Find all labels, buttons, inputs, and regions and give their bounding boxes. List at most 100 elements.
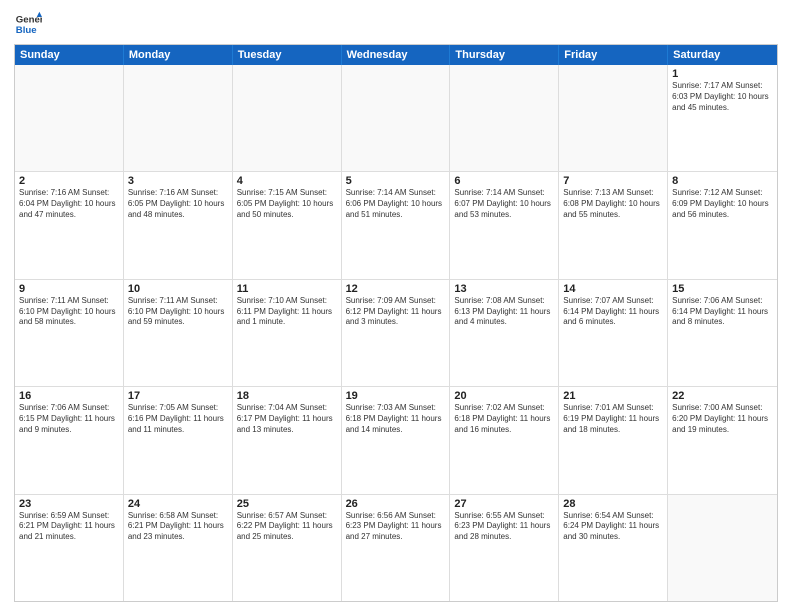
day-number: 20 [454, 390, 554, 402]
svg-text:Blue: Blue [16, 25, 37, 36]
calendar-day-cell: 21Sunrise: 7:01 AM Sunset: 6:19 PM Dayli… [559, 387, 668, 493]
day-number: 26 [346, 498, 446, 510]
calendar-day-cell: 16Sunrise: 7:06 AM Sunset: 6:15 PM Dayli… [15, 387, 124, 493]
day-detail: Sunrise: 7:07 AM Sunset: 6:14 PM Dayligh… [563, 296, 663, 328]
calendar-day-cell: 1Sunrise: 7:17 AM Sunset: 6:03 PM Daylig… [668, 65, 777, 171]
calendar-empty-cell [450, 65, 559, 171]
day-detail: Sunrise: 6:58 AM Sunset: 6:21 PM Dayligh… [128, 511, 228, 543]
calendar-day-cell: 24Sunrise: 6:58 AM Sunset: 6:21 PM Dayli… [124, 495, 233, 601]
calendar-day-cell: 14Sunrise: 7:07 AM Sunset: 6:14 PM Dayli… [559, 280, 668, 386]
calendar-empty-cell [342, 65, 451, 171]
day-detail: Sunrise: 7:11 AM Sunset: 6:10 PM Dayligh… [128, 296, 228, 328]
day-number: 6 [454, 175, 554, 187]
calendar-day-cell: 11Sunrise: 7:10 AM Sunset: 6:11 PM Dayli… [233, 280, 342, 386]
calendar-day-cell: 15Sunrise: 7:06 AM Sunset: 6:14 PM Dayli… [668, 280, 777, 386]
day-detail: Sunrise: 6:55 AM Sunset: 6:23 PM Dayligh… [454, 511, 554, 543]
calendar-empty-cell [124, 65, 233, 171]
calendar-day-cell: 8Sunrise: 7:12 AM Sunset: 6:09 PM Daylig… [668, 172, 777, 278]
calendar-day-cell: 19Sunrise: 7:03 AM Sunset: 6:18 PM Dayli… [342, 387, 451, 493]
calendar-empty-cell [233, 65, 342, 171]
day-number: 12 [346, 283, 446, 295]
weekday-header: Sunday [15, 45, 124, 65]
day-detail: Sunrise: 7:14 AM Sunset: 6:07 PM Dayligh… [454, 188, 554, 220]
day-number: 19 [346, 390, 446, 402]
calendar-day-cell: 27Sunrise: 6:55 AM Sunset: 6:23 PM Dayli… [450, 495, 559, 601]
calendar-day-cell: 2Sunrise: 7:16 AM Sunset: 6:04 PM Daylig… [15, 172, 124, 278]
day-detail: Sunrise: 7:10 AM Sunset: 6:11 PM Dayligh… [237, 296, 337, 328]
day-number: 1 [672, 68, 773, 80]
day-detail: Sunrise: 7:09 AM Sunset: 6:12 PM Dayligh… [346, 296, 446, 328]
day-detail: Sunrise: 6:57 AM Sunset: 6:22 PM Dayligh… [237, 511, 337, 543]
weekday-header: Friday [559, 45, 668, 65]
day-number: 24 [128, 498, 228, 510]
calendar-day-cell: 13Sunrise: 7:08 AM Sunset: 6:13 PM Dayli… [450, 280, 559, 386]
day-detail: Sunrise: 7:02 AM Sunset: 6:18 PM Dayligh… [454, 403, 554, 435]
calendar-week-row: 1Sunrise: 7:17 AM Sunset: 6:03 PM Daylig… [15, 65, 777, 172]
calendar-day-cell: 22Sunrise: 7:00 AM Sunset: 6:20 PM Dayli… [668, 387, 777, 493]
calendar-day-cell: 25Sunrise: 6:57 AM Sunset: 6:22 PM Dayli… [233, 495, 342, 601]
day-number: 18 [237, 390, 337, 402]
calendar-day-cell: 4Sunrise: 7:15 AM Sunset: 6:05 PM Daylig… [233, 172, 342, 278]
day-number: 28 [563, 498, 663, 510]
day-detail: Sunrise: 7:17 AM Sunset: 6:03 PM Dayligh… [672, 81, 773, 113]
calendar-day-cell: 18Sunrise: 7:04 AM Sunset: 6:17 PM Dayli… [233, 387, 342, 493]
calendar-body: 1Sunrise: 7:17 AM Sunset: 6:03 PM Daylig… [15, 65, 777, 601]
day-detail: Sunrise: 7:05 AM Sunset: 6:16 PM Dayligh… [128, 403, 228, 435]
calendar-week-row: 23Sunrise: 6:59 AM Sunset: 6:21 PM Dayli… [15, 495, 777, 601]
day-number: 9 [19, 283, 119, 295]
calendar-day-cell: 26Sunrise: 6:56 AM Sunset: 6:23 PM Dayli… [342, 495, 451, 601]
day-detail: Sunrise: 6:56 AM Sunset: 6:23 PM Dayligh… [346, 511, 446, 543]
day-detail: Sunrise: 7:03 AM Sunset: 6:18 PM Dayligh… [346, 403, 446, 435]
day-number: 11 [237, 283, 337, 295]
day-detail: Sunrise: 7:15 AM Sunset: 6:05 PM Dayligh… [237, 188, 337, 220]
day-number: 15 [672, 283, 773, 295]
calendar-day-cell: 10Sunrise: 7:11 AM Sunset: 6:10 PM Dayli… [124, 280, 233, 386]
day-number: 25 [237, 498, 337, 510]
weekday-header: Tuesday [233, 45, 342, 65]
day-number: 23 [19, 498, 119, 510]
day-number: 21 [563, 390, 663, 402]
day-number: 8 [672, 175, 773, 187]
header: General Blue [14, 10, 778, 38]
day-detail: Sunrise: 7:01 AM Sunset: 6:19 PM Dayligh… [563, 403, 663, 435]
day-number: 3 [128, 175, 228, 187]
day-number: 14 [563, 283, 663, 295]
day-number: 7 [563, 175, 663, 187]
day-detail: Sunrise: 7:08 AM Sunset: 6:13 PM Dayligh… [454, 296, 554, 328]
day-detail: Sunrise: 6:54 AM Sunset: 6:24 PM Dayligh… [563, 511, 663, 543]
day-detail: Sunrise: 7:16 AM Sunset: 6:04 PM Dayligh… [19, 188, 119, 220]
day-number: 4 [237, 175, 337, 187]
logo: General Blue [14, 10, 42, 38]
calendar-day-cell: 23Sunrise: 6:59 AM Sunset: 6:21 PM Dayli… [15, 495, 124, 601]
calendar-empty-cell [15, 65, 124, 171]
day-detail: Sunrise: 7:06 AM Sunset: 6:15 PM Dayligh… [19, 403, 119, 435]
calendar-day-cell: 28Sunrise: 6:54 AM Sunset: 6:24 PM Dayli… [559, 495, 668, 601]
weekday-header: Wednesday [342, 45, 451, 65]
calendar: SundayMondayTuesdayWednesdayThursdayFrid… [14, 44, 778, 602]
weekday-header: Monday [124, 45, 233, 65]
logo-icon: General Blue [14, 10, 42, 38]
day-detail: Sunrise: 7:04 AM Sunset: 6:17 PM Dayligh… [237, 403, 337, 435]
day-number: 13 [454, 283, 554, 295]
calendar-header: SundayMondayTuesdayWednesdayThursdayFrid… [15, 45, 777, 65]
calendar-day-cell: 7Sunrise: 7:13 AM Sunset: 6:08 PM Daylig… [559, 172, 668, 278]
calendar-day-cell: 20Sunrise: 7:02 AM Sunset: 6:18 PM Dayli… [450, 387, 559, 493]
calendar-week-row: 16Sunrise: 7:06 AM Sunset: 6:15 PM Dayli… [15, 387, 777, 494]
day-number: 10 [128, 283, 228, 295]
day-detail: Sunrise: 6:59 AM Sunset: 6:21 PM Dayligh… [19, 511, 119, 543]
calendar-day-cell: 9Sunrise: 7:11 AM Sunset: 6:10 PM Daylig… [15, 280, 124, 386]
calendar-week-row: 9 Sunrise: 7:11 AM Sunset: 6:10 PM Daylig… [15, 280, 777, 387]
calendar-empty-cell [668, 495, 777, 601]
weekday-header: Thursday [450, 45, 559, 65]
day-detail: Sunrise: 7:13 AM Sunset: 6:08 PM Dayligh… [563, 188, 663, 220]
calendar-day-cell: 5Sunrise: 7:14 AM Sunset: 6:06 PM Daylig… [342, 172, 451, 278]
day-number: 17 [128, 390, 228, 402]
day-number: 5 [346, 175, 446, 187]
day-detail: Sunrise: 7:00 AM Sunset: 6:20 PM Dayligh… [672, 403, 773, 435]
day-number: 22 [672, 390, 773, 402]
calendar-day-cell: 6Sunrise: 7:14 AM Sunset: 6:07 PM Daylig… [450, 172, 559, 278]
day-number: 2 [19, 175, 119, 187]
day-detail: Sunrise: 7:16 AM Sunset: 6:05 PM Dayligh… [128, 188, 228, 220]
day-detail: Sunrise: 7:12 AM Sunset: 6:09 PM Dayligh… [672, 188, 773, 220]
day-number: 16 [19, 390, 119, 402]
